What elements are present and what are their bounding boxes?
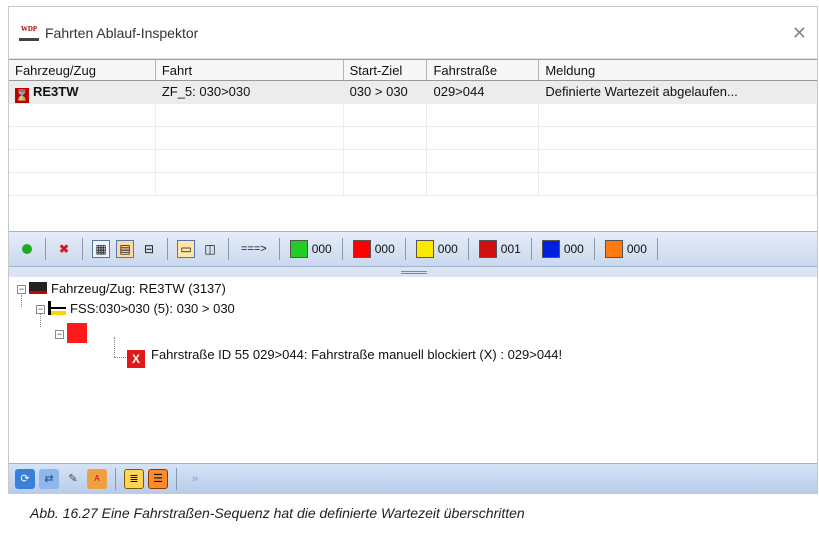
- hourglass-icon: ⌛: [15, 88, 29, 103]
- cell-fahrt: ZF_5: 030>030: [156, 81, 344, 103]
- table-row[interactable]: ⌛ RE3TW ZF_5: 030>030 030 > 030 029>044 D…: [9, 81, 817, 104]
- tree-label-train: Fahrzeug/Zug: RE3TW (3137): [51, 281, 226, 296]
- detail-tree: − Fahrzeug/Zug: RE3TW (3137) − FSS:030>030…: [9, 277, 817, 437]
- empty-row: [9, 173, 817, 196]
- column-header-meldung[interactable]: Meldung: [539, 60, 817, 80]
- inspector-window: WDP Fahrten Ablauf-Inspektor ✕ Fahrzeug/…: [8, 6, 818, 494]
- collapse-icon[interactable]: −: [55, 330, 64, 339]
- route-sequence-icon: [48, 301, 66, 315]
- cell-start-ziel: 030 > 030: [344, 81, 428, 103]
- arrow-button[interactable]: ===>: [241, 243, 267, 255]
- column-header-fahrzeug[interactable]: Fahrzeug/Zug: [9, 60, 156, 80]
- tree-node-fss[interactable]: − FSS:030>030 (5): 030 > 030: [36, 301, 235, 316]
- tree-node-error[interactable]: X Fahrstraße ID 55 029>044: Fahrstraße ma…: [127, 347, 562, 368]
- auto-mode-icon[interactable]: A: [87, 468, 107, 489]
- app-logo-icon: WDP: [19, 25, 39, 41]
- column-header-fahrt[interactable]: Fahrt: [156, 60, 344, 80]
- empty-row: [9, 104, 817, 127]
- route-list-icon[interactable]: ☰: [148, 468, 168, 489]
- tree-layout-icon[interactable]: ⊟: [140, 240, 158, 258]
- empty-row: [9, 150, 817, 173]
- list-detail-icon[interactable]: ≣: [124, 468, 144, 489]
- forward-icon[interactable]: »: [185, 469, 205, 489]
- delete-icon[interactable]: ✖: [55, 240, 73, 258]
- window-icon[interactable]: ▭: [177, 240, 195, 258]
- empty-row: [9, 127, 817, 150]
- train-name: RE3TW: [33, 84, 79, 99]
- brush-icon[interactable]: ✎: [63, 469, 83, 489]
- status-toolbar: ✖ ▦ ▤ ⊟ ▭ ◫ ===> 000 000 000 001 000 000: [9, 231, 817, 267]
- counter-red[interactable]: 000: [352, 240, 395, 258]
- figure-caption: Abb. 16.27 Eine Fahrstraßen-Sequenz hat …: [30, 505, 525, 521]
- sync-icon[interactable]: ⇄: [39, 468, 59, 489]
- red-status-icon: [67, 323, 87, 343]
- cell-train: ⌛ RE3TW: [9, 81, 156, 103]
- tree-label-error: Fahrstraße ID 55 029>044: Fahrstraße man…: [151, 347, 563, 362]
- trips-grid: Fahrzeug/Zug Fahrt Start-Ziel Fahrstraße…: [9, 59, 817, 231]
- title-bar: WDP Fahrten Ablauf-Inspektor ✕: [9, 7, 817, 59]
- refresh-window-icon[interactable]: ◫: [201, 240, 219, 258]
- error-x-icon: X: [127, 350, 145, 368]
- splitter-handle[interactable]: [9, 267, 817, 277]
- status-dot-icon[interactable]: [18, 240, 36, 258]
- column-header-start-ziel[interactable]: Start-Ziel: [344, 60, 428, 80]
- refresh-icon[interactable]: ⟳: [15, 468, 35, 489]
- tree-label-fss: FSS:030>030 (5): 030 > 030: [70, 301, 235, 316]
- counter-hourglass[interactable]: 001: [478, 240, 521, 258]
- counter-green[interactable]: 000: [289, 240, 332, 258]
- tree-node-train[interactable]: − Fahrzeug/Zug: RE3TW (3137): [17, 281, 226, 296]
- collapse-icon[interactable]: −: [36, 305, 45, 314]
- cell-fahrstrasse: 029>044: [427, 81, 540, 103]
- grid-view-icon[interactable]: ▦: [92, 240, 110, 258]
- cell-meldung: Definierte Wartezeit abgelaufen...: [539, 81, 817, 103]
- bottom-toolbar: ⟳ ⇄ ✎ A ≣ ☰ »: [9, 463, 817, 493]
- locomotive-icon: [29, 282, 47, 294]
- counter-yellow[interactable]: 000: [415, 240, 458, 258]
- counter-orange[interactable]: 000: [604, 240, 647, 258]
- collapse-icon[interactable]: −: [17, 285, 26, 294]
- layout-icon[interactable]: ▤: [116, 240, 134, 258]
- grid-header: Fahrzeug/Zug Fahrt Start-Ziel Fahrstraße…: [9, 59, 817, 81]
- tree-node-state[interactable]: −: [55, 323, 87, 343]
- close-icon[interactable]: ✕: [792, 23, 807, 44]
- window-title: Fahrten Ablauf-Inspektor: [45, 24, 199, 41]
- column-header-fahrstrasse[interactable]: Fahrstraße: [427, 60, 540, 80]
- counter-blue[interactable]: 000: [541, 240, 584, 258]
